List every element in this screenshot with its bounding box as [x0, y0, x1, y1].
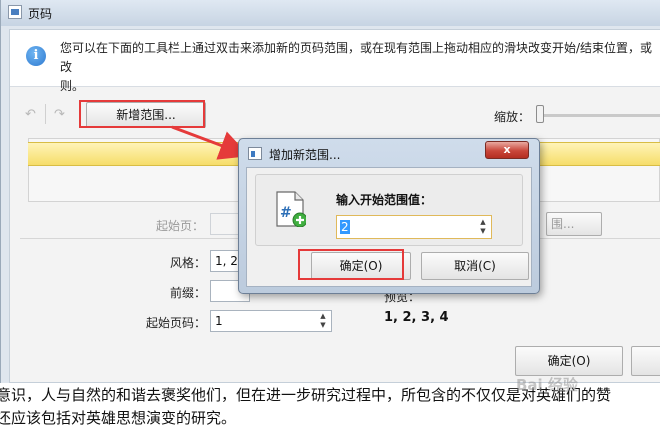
watermark-logo: Bai 经验 [516, 376, 578, 394]
dialog-cancel-button[interactable]: 取消(C) [421, 252, 529, 280]
redo-icon[interactable]: ↷ [54, 107, 70, 123]
window-title: 页码 [28, 7, 53, 21]
dialog-title: 增加新范围... [269, 148, 341, 162]
start-value-input[interactable]: 2 ▲ ▼ [336, 215, 492, 239]
range-settings-button[interactable]: 围... [546, 212, 602, 236]
preview-value: 1, 2, 3, 4 [384, 310, 449, 325]
caption-line-2: 还应该包括对英雄思想演变的研究。 [0, 409, 237, 427]
svg-text:#: # [280, 205, 292, 221]
zoom-slider-thumb[interactable] [536, 105, 544, 123]
main-cancel-button[interactable] [631, 346, 660, 376]
page-number-doc-icon: # [276, 191, 306, 227]
zoom-label: 缩放： [494, 110, 531, 124]
dialog-close-button[interactable]: x [485, 141, 529, 159]
info-icon: i [26, 46, 46, 66]
undo-icon[interactable]: ↶ [25, 107, 41, 123]
dialog-app-icon [248, 147, 262, 160]
prefix-label: 前缀： [170, 286, 207, 300]
app-icon [8, 5, 22, 19]
info-panel: i 您可以在下面的工具栏上通过双击来添加新的页码范围，或在现有范围上拖动相应的滑… [10, 30, 660, 93]
dialog-input-group: # 输入开始范围值： 2 ▲ ▼ [255, 174, 523, 246]
main-ok-button[interactable]: 确定(O) [515, 346, 623, 376]
highlight-dialog-ok [298, 249, 404, 280]
start-number-spinbox[interactable]: 1 ▲ ▼ [210, 310, 332, 332]
dialog-prompt: 输入开始范围值： [336, 193, 433, 207]
window-titlebar: 页码 [1, 0, 660, 26]
zoom-slider-track[interactable] [540, 114, 660, 117]
info-text: 您可以在下面的工具栏上通过双击来添加新的页码范围，或在现有范围上拖动相应的滑块改… [60, 41, 653, 93]
toolbar-separator [45, 104, 46, 124]
start-number-label: 起始页码： [146, 316, 207, 330]
value-spin-arrows-icon[interactable]: ▲ ▼ [478, 218, 488, 236]
start-value-text: 2 [340, 220, 350, 234]
highlight-add-range [79, 100, 205, 128]
spin-arrows-icon[interactable]: ▲ ▼ [318, 312, 328, 330]
style-label: 风格： [170, 256, 207, 270]
start-page-label: 起始页： [156, 219, 205, 233]
start-number-value: 1 [215, 314, 223, 328]
